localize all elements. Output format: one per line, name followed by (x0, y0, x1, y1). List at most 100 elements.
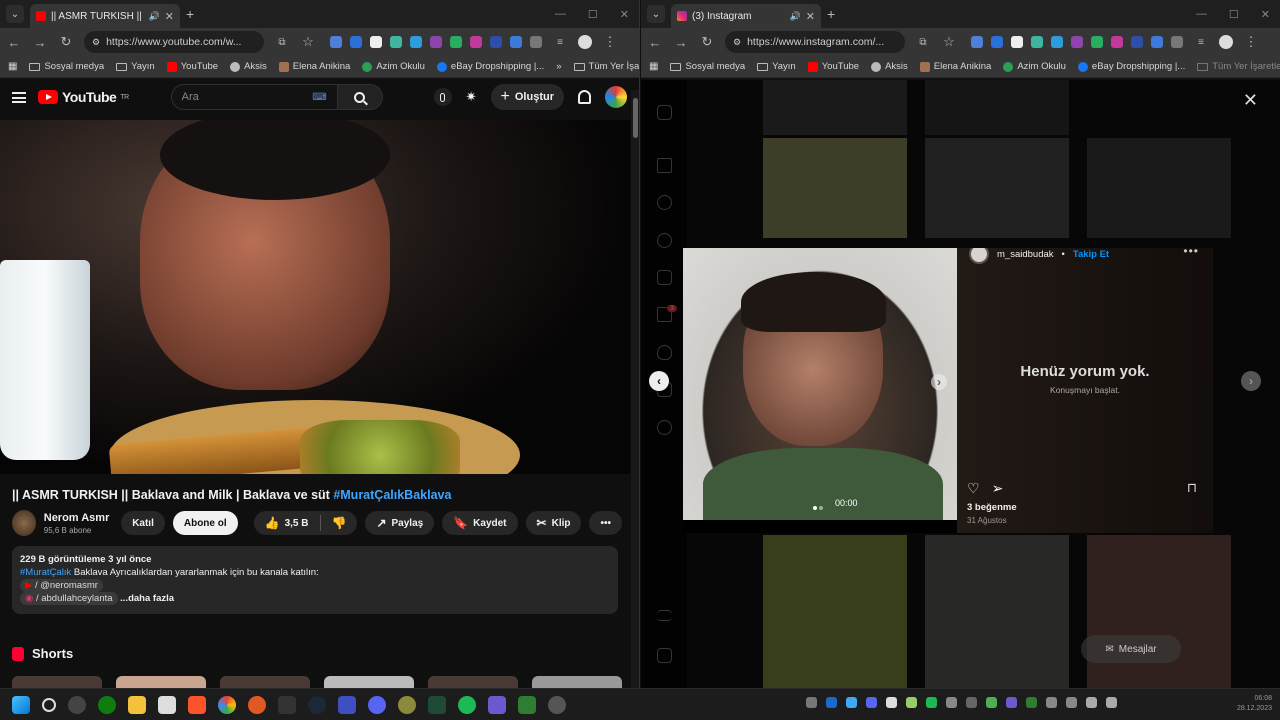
brave-icon[interactable] (188, 695, 206, 714)
extension-icon[interactable] (1131, 36, 1143, 48)
tray-icon[interactable] (1006, 697, 1017, 708)
extension-icon[interactable] (470, 36, 482, 48)
extension-icon[interactable] (1151, 36, 1163, 48)
like-button[interactable]: 👍 3,5 B (254, 511, 320, 535)
reading-list-icon[interactable]: ≡ (552, 37, 568, 48)
apps-grid-icon[interactable]: ▦ (8, 61, 17, 72)
short-thumbnail[interactable] (116, 676, 206, 688)
all-bookmarks[interactable]: Tüm Yer İşaretleri (573, 61, 639, 72)
extension-icon[interactable] (1091, 36, 1103, 48)
tray-icon[interactable] (1046, 697, 1057, 708)
audio-icon[interactable]: 🔊 (790, 11, 801, 22)
windows-start-icon[interactable] (12, 695, 30, 714)
extension-icon[interactable] (971, 36, 983, 48)
reload-icon[interactable]: ↻ (58, 34, 74, 50)
subscribe-button[interactable]: Abone ol (172, 511, 238, 535)
extension-icon[interactable] (450, 36, 462, 48)
search-button[interactable] (336, 84, 383, 110)
author-username[interactable]: m_saidbudak (997, 249, 1054, 260)
extension-icon[interactable] (410, 36, 422, 48)
previous-post-arrow-icon[interactable]: ‹ (649, 371, 669, 391)
forward-icon[interactable]: → (673, 35, 689, 50)
new-tab-button[interactable]: + (827, 6, 835, 22)
youtube-link-chip[interactable]: ▶ / @neromasmr (20, 579, 103, 592)
bookmark-link[interactable]: Azim Okulu (362, 61, 425, 72)
bookmark-link[interactable]: eBay Dropshipping |... (436, 61, 544, 72)
tray-icon[interactable] (906, 697, 917, 708)
extension-icon[interactable] (390, 36, 402, 48)
close-window-icon[interactable]: ✕ (1261, 8, 1270, 21)
bookmark-folder[interactable]: Sosyal medya (29, 61, 104, 72)
app-icon[interactable] (428, 695, 446, 714)
share-button[interactable]: ↗ Paylaş (365, 511, 435, 535)
share-send-icon[interactable]: ➢ (992, 480, 1004, 497)
more-actions-button[interactable]: ••• (589, 511, 622, 535)
profile-avatar[interactable] (1219, 35, 1233, 49)
app-icon[interactable] (398, 695, 416, 714)
bookmark-link[interactable]: eBay Dropshipping |... (1077, 61, 1185, 72)
reading-list-icon[interactable]: ≡ (1193, 37, 1209, 48)
tab-search-button[interactable]: ⌄ (647, 5, 665, 23)
spotify-icon[interactable] (458, 695, 476, 714)
back-icon[interactable]: ← (647, 35, 663, 50)
short-thumbnail[interactable] (12, 676, 102, 688)
account-avatar[interactable] (605, 86, 627, 108)
bookmark-folder[interactable]: Sosyal medya (670, 61, 745, 72)
save-bookmark-icon[interactable]: ⊓ (1187, 480, 1197, 496)
author-avatar[interactable] (969, 248, 989, 264)
bookmark-folder[interactable]: Yayın (116, 61, 155, 72)
channel-name[interactable]: Nerom Asmr (44, 512, 113, 524)
likes-count[interactable]: 3 beğenme (967, 502, 1017, 513)
extension-icon[interactable] (330, 36, 342, 48)
bookmark-link[interactable]: Elena Anikina (919, 61, 991, 72)
reload-icon[interactable]: ↻ (699, 34, 715, 50)
bookmark-star-icon[interactable]: ☆ (941, 34, 957, 50)
ai-sparkle-icon[interactable]: ✷ (466, 89, 477, 105)
extensions-puzzle-icon[interactable] (530, 36, 542, 48)
app-icon[interactable] (518, 695, 536, 714)
bookmark-link[interactable]: YouTube (807, 61, 859, 72)
next-media-arrow-icon[interactable]: › (931, 374, 947, 390)
menu-kebab-icon[interactable]: ⋮ (602, 34, 618, 50)
close-tab-icon[interactable]: ✕ (165, 10, 174, 23)
bookmark-link[interactable]: Elena Anikina (278, 61, 350, 72)
address-bar[interactable]: ⚙ https://www.instagram.com/... (725, 31, 905, 53)
store-icon[interactable] (158, 695, 176, 714)
tray-icon[interactable] (926, 697, 937, 708)
site-info-icon[interactable]: ⚙ (92, 37, 100, 48)
post-options-icon[interactable]: ••• (1183, 248, 1199, 258)
post-video[interactable]: 00:00 › (683, 248, 957, 520)
bookmark-folder[interactable]: Yayın (757, 61, 796, 72)
follow-button[interactable]: Takip Et (1073, 249, 1109, 260)
bookmark-link[interactable]: Aksis (230, 61, 267, 72)
maximize-icon[interactable]: ☐ (588, 8, 598, 21)
bookmark-link[interactable]: YouTube (166, 61, 218, 72)
tray-icon[interactable] (806, 697, 817, 708)
tray-icon[interactable] (966, 697, 977, 708)
system-clock[interactable]: 06:08 28.12.2023 (1237, 694, 1272, 714)
close-modal-icon[interactable]: ✕ (1243, 90, 1258, 111)
page-scrollbar[interactable] (631, 90, 639, 688)
cast-icon[interactable]: ⧉ (915, 37, 931, 48)
tray-icon[interactable] (946, 697, 957, 708)
notifications-bell-icon[interactable] (578, 90, 591, 104)
search-input[interactable]: Ara ⌨ (170, 84, 337, 110)
voice-search-button[interactable] (433, 88, 452, 106)
back-icon[interactable]: ← (6, 35, 22, 50)
close-tab-icon[interactable]: ✕ (806, 10, 815, 23)
next-post-arrow-icon[interactable]: › (1241, 371, 1261, 391)
keyboard-icon[interactable]: ⌨ (312, 92, 326, 103)
extension-icon[interactable] (1011, 36, 1023, 48)
minimize-icon[interactable]: — (555, 8, 566, 21)
bookmark-star-icon[interactable]: ☆ (300, 34, 316, 50)
site-info-icon[interactable]: ⚙ (733, 37, 741, 48)
menu-kebab-icon[interactable]: ⋮ (1243, 34, 1259, 50)
app-icon[interactable] (338, 695, 356, 714)
short-thumbnail[interactable] (428, 676, 518, 688)
short-thumbnail[interactable] (220, 676, 310, 688)
short-thumbnail[interactable] (324, 676, 414, 688)
profile-avatar[interactable] (578, 35, 592, 49)
video-player[interactable] (0, 120, 630, 474)
tray-icon[interactable] (986, 697, 997, 708)
new-tab-button[interactable]: + (186, 6, 194, 22)
